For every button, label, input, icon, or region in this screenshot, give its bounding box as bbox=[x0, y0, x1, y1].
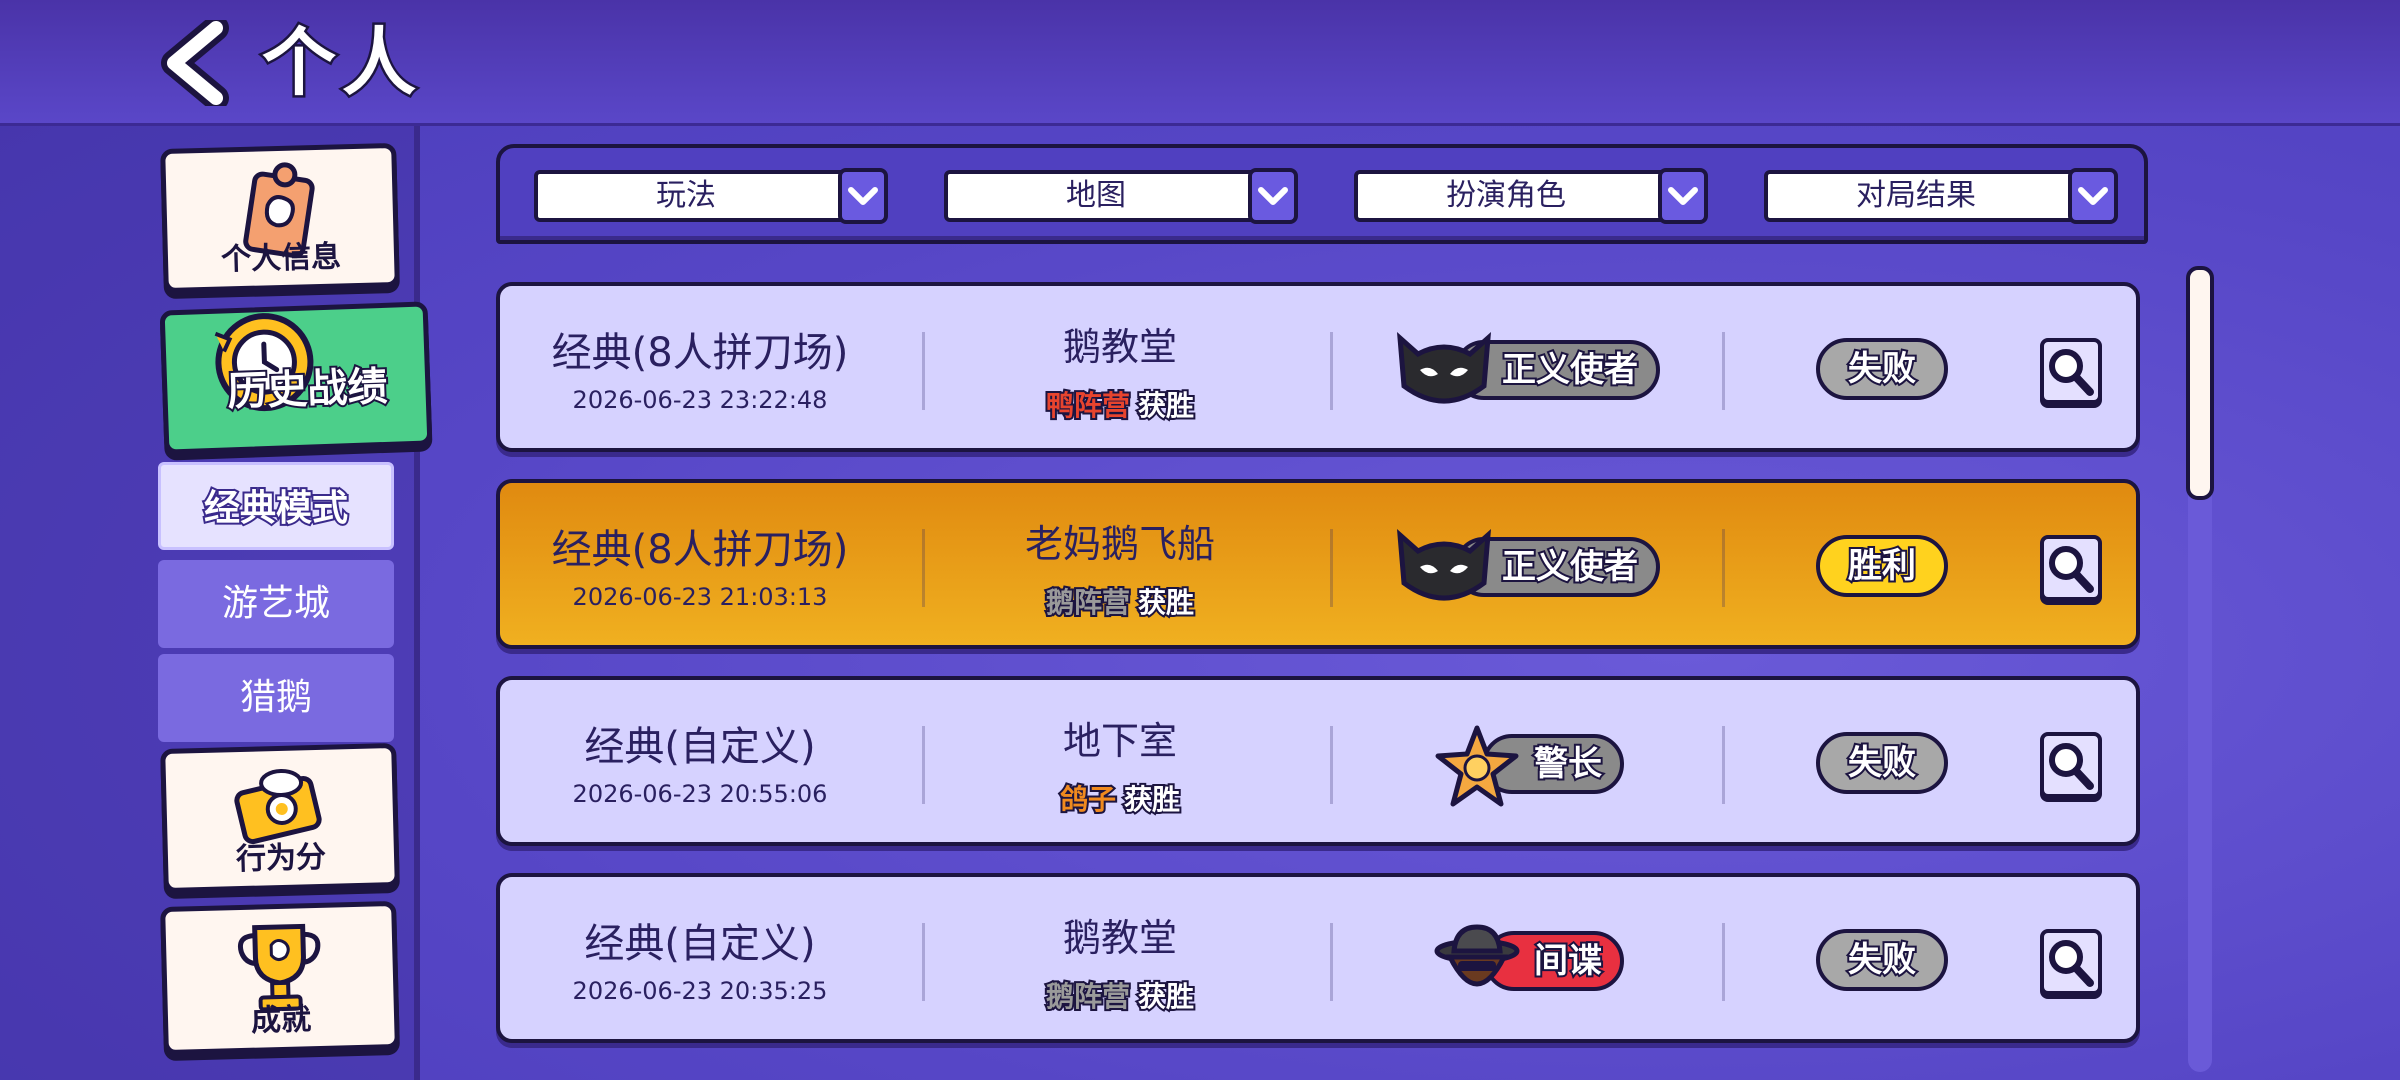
faction-outcome: 获胜 bbox=[1136, 387, 1196, 424]
result-badge: 胜利 bbox=[1816, 535, 1948, 597]
filter-label: 玩法 bbox=[656, 178, 716, 213]
divider bbox=[1722, 332, 1725, 410]
filter-label: 对局结果 bbox=[1856, 178, 1976, 213]
filter-label: 地图 bbox=[1066, 178, 1126, 213]
bat-mask-icon bbox=[1396, 331, 1492, 404]
sidebar-card-label: 成就 bbox=[250, 1002, 312, 1039]
faction-outcome: 获胜 bbox=[1136, 584, 1196, 621]
bat-mask-icon bbox=[1396, 528, 1492, 601]
match-time: 2026-06-23 20:55:06 bbox=[572, 780, 828, 808]
role-badge: 正义使者 bbox=[1394, 330, 1660, 410]
divider bbox=[1722, 529, 1725, 607]
faction-outcome: 获胜 bbox=[1122, 781, 1182, 818]
sidebar-card-behavior[interactable]: 行为分 bbox=[160, 742, 400, 894]
back-button[interactable] bbox=[160, 15, 236, 111]
filter-label: 扮演角色 bbox=[1446, 178, 1566, 213]
sidebar-item-goose-hunt[interactable]: 猎鹅 bbox=[158, 654, 394, 742]
detail-button[interactable] bbox=[2040, 535, 2102, 601]
role-badge: 正义使者 bbox=[1394, 527, 1660, 607]
sidebar-card-label: 个人信息 bbox=[220, 239, 342, 278]
sidebar-item-arcade[interactable]: 游艺城 bbox=[158, 560, 394, 648]
magnifier-icon bbox=[2049, 349, 2094, 396]
match-row: 经典(自定义) 2026-06-23 20:35:25 鹅教堂 鹅阵营 获胜 间谍… bbox=[496, 873, 2140, 1043]
match-mode: 经典(自定义) bbox=[584, 921, 816, 967]
match-row: 经典(8人拼刀场) 2026-06-23 23:22:48 鹅教堂 鸭阵营 获胜 … bbox=[496, 282, 2140, 452]
sidebar-card-label: 历史战绩 bbox=[225, 362, 391, 418]
magnifier-icon bbox=[2049, 546, 2094, 593]
faction-result: 鸽子 获胜 bbox=[920, 778, 1320, 818]
divider bbox=[1330, 726, 1333, 804]
chevron-down-icon bbox=[1248, 168, 1298, 224]
match-row: 经典(自定义) 2026-06-23 20:55:06 地下室 鸽子 获胜 警长 … bbox=[496, 676, 2140, 846]
faction-name: 鸭阵营 bbox=[1044, 387, 1132, 424]
match-time: 2026-06-23 21:03:13 bbox=[572, 583, 828, 611]
filter-bar: 玩法 地图 扮演角色 对局结果 bbox=[496, 144, 2148, 244]
role-badge: 警长 bbox=[1434, 724, 1624, 807]
divider bbox=[1722, 923, 1725, 1001]
result-badge: 失败 bbox=[1816, 929, 1948, 991]
detail-button[interactable] bbox=[2040, 929, 2102, 995]
sidebar-card-history[interactable]: 历史战绩 bbox=[159, 301, 433, 455]
spy-hat-icon bbox=[1434, 924, 1520, 987]
divider bbox=[1330, 923, 1333, 1001]
faction-result: 鹅阵营 获胜 bbox=[920, 581, 1320, 621]
role-badge: 间谍 bbox=[1434, 921, 1624, 1001]
match-map: 鹅教堂 bbox=[1062, 916, 1177, 960]
match-map: 地下室 bbox=[1062, 719, 1177, 763]
result-badge: 失败 bbox=[1816, 338, 1948, 400]
sidebar-card-label: 行为分 bbox=[235, 839, 327, 878]
top-bar: 个人 bbox=[0, 0, 2400, 126]
faction-name: 鸽子 bbox=[1058, 781, 1118, 818]
detail-button[interactable] bbox=[2040, 732, 2102, 798]
detail-button[interactable] bbox=[2040, 338, 2102, 404]
match-mode: 经典(8人拼刀场) bbox=[551, 330, 849, 376]
faction-name: 鹅阵营 bbox=[1044, 584, 1132, 621]
chevron-down-icon bbox=[838, 168, 888, 224]
match-mode: 经典(自定义) bbox=[584, 724, 816, 770]
filter-result-dropdown[interactable]: 对局结果 bbox=[1764, 168, 2118, 224]
result-badge: 失败 bbox=[1816, 732, 1948, 794]
chevron-down-icon bbox=[1658, 168, 1708, 224]
sidebar-card-profile[interactable]: 个人信息 bbox=[160, 142, 400, 294]
faction-name: 鹅阵营 bbox=[1044, 978, 1132, 1015]
filter-role-dropdown[interactable]: 扮演角色 bbox=[1354, 168, 1708, 224]
faction-result: 鹅阵营 获胜 bbox=[920, 975, 1320, 1015]
page-title: 个人 bbox=[260, 18, 422, 109]
magnifier-icon bbox=[2049, 743, 2094, 790]
filter-mode-dropdown[interactable]: 玩法 bbox=[534, 168, 888, 224]
back-arrow-icon bbox=[161, 15, 229, 111]
match-mode: 经典(8人拼刀场) bbox=[551, 527, 849, 573]
match-time: 2026-06-23 23:22:48 bbox=[572, 386, 828, 414]
scrollbar-thumb[interactable] bbox=[2186, 266, 2214, 500]
divider bbox=[1330, 529, 1333, 607]
filter-map-dropdown[interactable]: 地图 bbox=[944, 168, 1298, 224]
match-time: 2026-06-23 20:35:25 bbox=[572, 977, 828, 1005]
match-map: 老妈鹅飞船 bbox=[1024, 522, 1215, 566]
match-map: 鹅教堂 bbox=[1062, 325, 1177, 369]
sidebar-item-classic[interactable]: 经典模式 bbox=[158, 462, 394, 550]
magnifier-icon bbox=[2049, 940, 2094, 987]
sidebar-card-achievements[interactable]: 成就 bbox=[160, 900, 400, 1056]
divider bbox=[1330, 332, 1333, 410]
chevron-down-icon bbox=[2068, 168, 2118, 224]
divider bbox=[1722, 726, 1725, 804]
match-row: 经典(8人拼刀场) 2026-06-23 21:03:13 老妈鹅飞船 鹅阵营获… bbox=[496, 479, 2140, 649]
sheriff-star-icon bbox=[1435, 725, 1519, 807]
faction-outcome: 获胜 bbox=[1136, 978, 1196, 1015]
faction-result: 鸭阵营 获胜 bbox=[920, 384, 1320, 424]
